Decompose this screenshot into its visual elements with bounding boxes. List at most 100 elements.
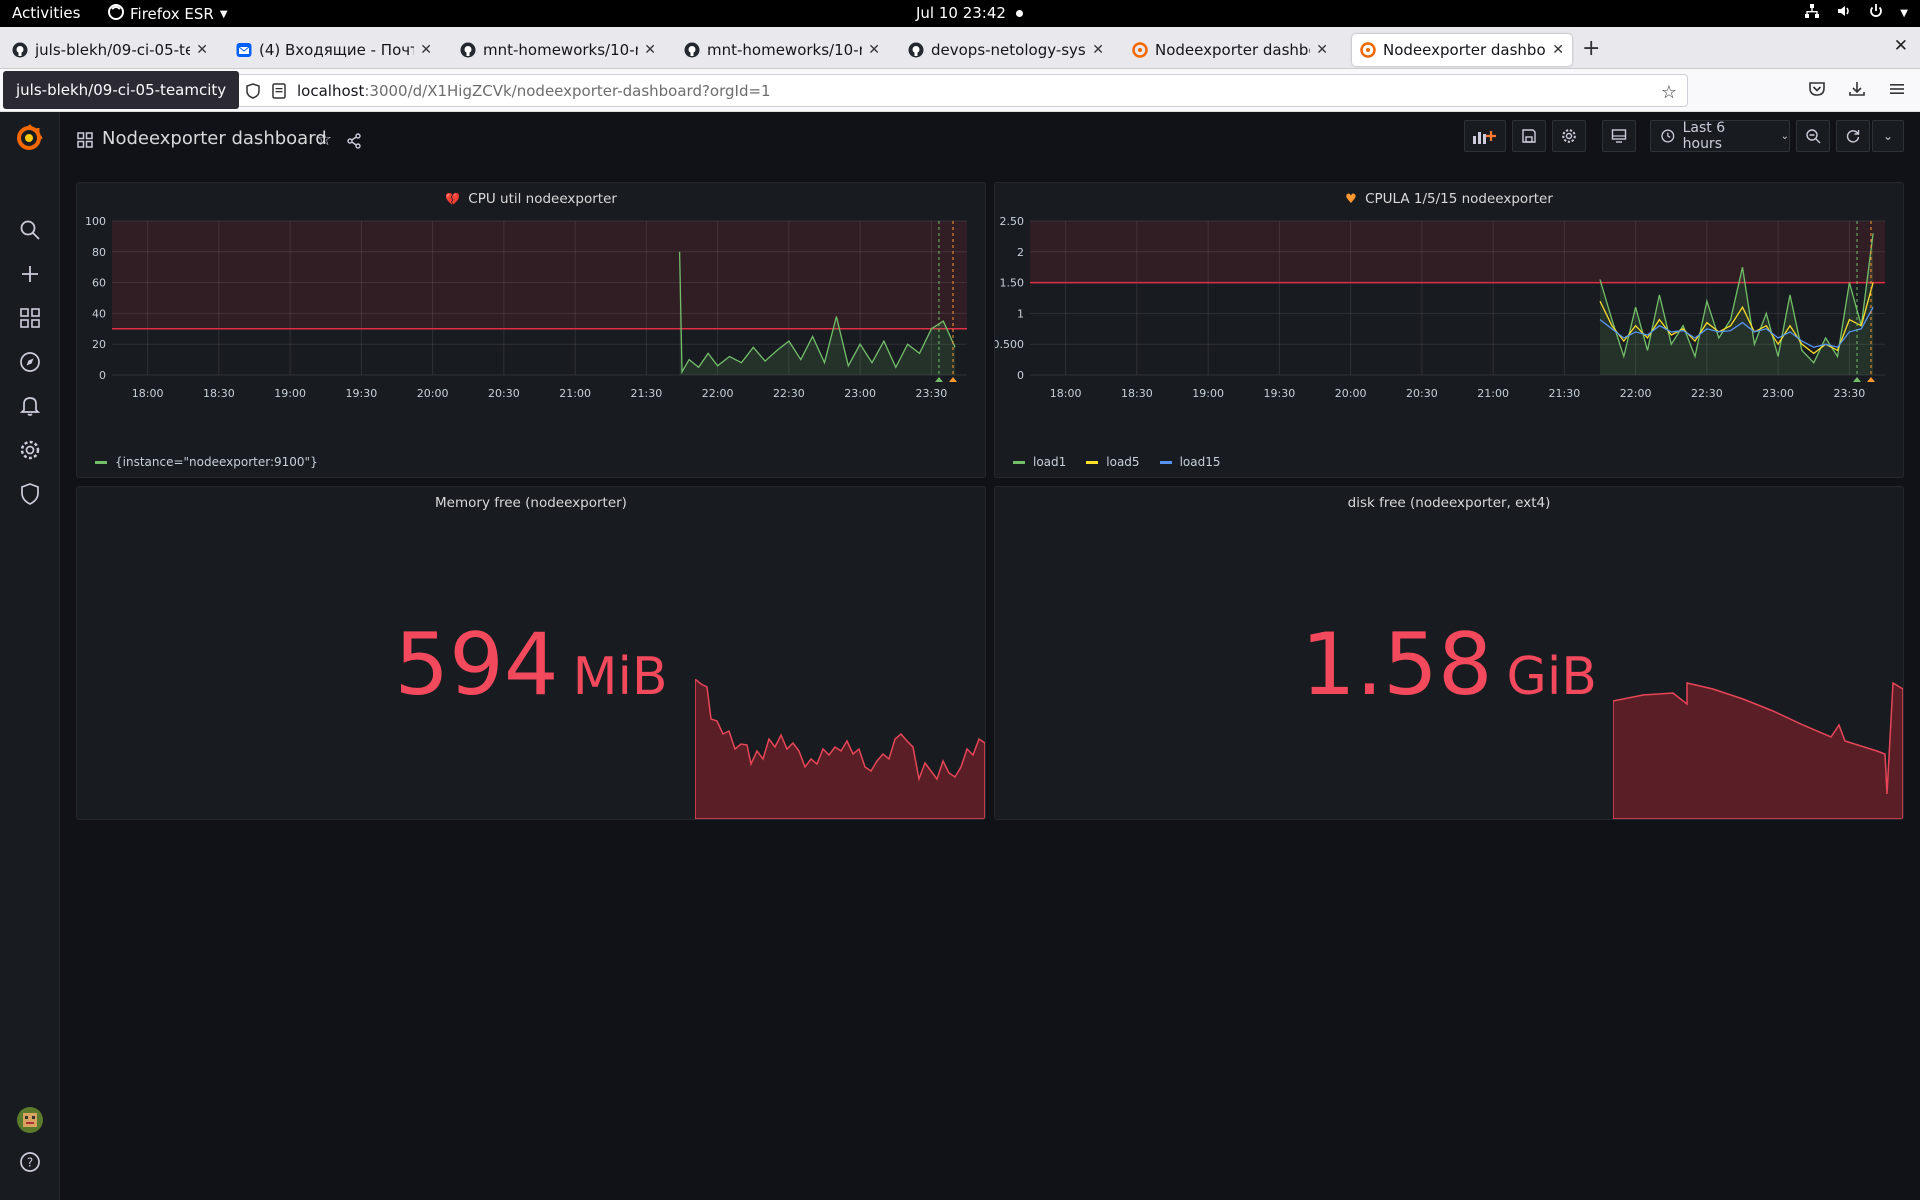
legend-item[interactable]: load15	[1159, 455, 1220, 469]
new-tab-button[interactable]: +	[1582, 36, 1600, 61]
x-tick-label: 22:30	[1691, 387, 1723, 400]
tv-mode-button[interactable]	[1602, 120, 1636, 152]
zoom-out-button[interactable]	[1796, 120, 1830, 152]
tab[interactable]: devops-netology-sysadmin ✕	[900, 34, 1112, 66]
zoom-out-icon	[1806, 129, 1821, 144]
share-icon[interactable]	[346, 133, 362, 153]
y-tick-label: 0.500	[995, 338, 1024, 351]
legend: load1 load5 load15	[1013, 455, 1220, 469]
legend-item[interactable]: {instance="nodeexporter:9100"}	[95, 455, 318, 469]
close-icon[interactable]: ✕	[868, 42, 880, 58]
page-title[interactable]: Nodeexporter dashboard	[102, 128, 327, 149]
close-icon[interactable]: ✕	[644, 42, 656, 58]
x-tick-label: 23:00	[844, 387, 876, 400]
github-icon	[684, 42, 700, 58]
cpu-util-chart[interactable]: 0 20 40 60 80 100 18:00 18:30 19:00 19:30 20:00 20:…	[77, 213, 987, 453]
notification-dot	[1015, 9, 1023, 17]
panel-disk-free[interactable]: disk free (nodeexporter, ext4) 1.58 GiB	[994, 486, 1904, 820]
url-bar[interactable]: localhost:3000/d/X1HigZCVk/nodeexporter-…	[232, 74, 1688, 107]
close-icon[interactable]: ✕	[1316, 42, 1328, 58]
x-tick-label: 19:30	[1264, 387, 1296, 400]
panel-title: CPU util nodeexporter	[468, 191, 617, 207]
avatar[interactable]	[16, 1106, 44, 1134]
tab[interactable]: Nodeexporter dashboard ✕	[1124, 34, 1336, 66]
chevron-down-icon: ▼	[1900, 7, 1908, 19]
disk-free-value: 1.58 GiB	[995, 615, 1903, 715]
tab[interactable]: mnt-homeworks/10-monitoring ✕	[452, 34, 664, 66]
stat-number: 1.58	[1301, 615, 1493, 715]
url-path: :3000/d/X1HigZCVk/nodeexporter-dashboard…	[364, 81, 771, 100]
x-tick-label: 19:30	[346, 387, 378, 400]
grafana-sidemenu: ?	[0, 112, 60, 1200]
tab-active[interactable]: Nodeexporter dashboard ✕	[1352, 34, 1572, 66]
annotation-marker	[1867, 377, 1875, 382]
add-panel-icon	[1473, 131, 1496, 144]
refresh-button[interactable]	[1836, 120, 1870, 152]
threshold-area	[112, 221, 967, 329]
close-icon[interactable]: ✕	[1552, 42, 1564, 58]
clock[interactable]: Jul 10 23:42	[916, 4, 1023, 22]
app-menu[interactable]: Firefox ESR ▼	[108, 4, 228, 24]
close-window-button[interactable]: ✕	[1894, 36, 1908, 56]
tab[interactable]: (4) Входящие - Почта Mail.ru ✕	[228, 34, 440, 66]
x-tick-label: 21:00	[559, 387, 591, 400]
legend-item[interactable]: load5	[1086, 455, 1140, 469]
grafana-logo-icon[interactable]	[14, 123, 44, 153]
activities-button[interactable]: Activities	[12, 4, 80, 22]
panel-title-row[interactable]: 💔 CPU util nodeexporter	[77, 191, 985, 207]
star-icon[interactable]: ☆	[316, 129, 332, 150]
close-icon[interactable]: ✕	[1092, 42, 1104, 58]
grafana-icon	[1360, 42, 1376, 58]
bookmark-star-icon[interactable]: ☆	[1661, 82, 1677, 103]
shield-icon[interactable]	[18, 482, 42, 506]
time-range-label: Last 6 hours	[1682, 120, 1726, 152]
close-icon[interactable]: ✕	[196, 42, 208, 58]
x-tick-label: 18:00	[1050, 387, 1082, 400]
alerting-bell-icon[interactable]	[18, 394, 42, 418]
tab[interactable]: mnt-homeworks/10-monitoring ✕	[676, 34, 888, 66]
y-tick-label: 0	[1017, 369, 1024, 382]
tab-label: mnt-homeworks/10-monitoring	[483, 41, 638, 59]
x-tick-label: 18:30	[1121, 387, 1153, 400]
panel-title[interactable]: disk free (nodeexporter, ext4)	[995, 495, 1903, 511]
chevron-down-icon: ▼	[219, 8, 228, 20]
save-dashboard-button[interactable]	[1512, 120, 1546, 152]
pocket-icon[interactable]	[1808, 80, 1826, 102]
x-tick-label: 21:30	[631, 387, 663, 400]
add-panel-button[interactable]	[1464, 120, 1506, 152]
toolbar-icons	[1808, 80, 1906, 102]
dashboard-settings-button[interactable]	[1552, 120, 1586, 152]
x-tick-label: 18:00	[132, 387, 164, 400]
panel-cpu-util[interactable]: 💔 CPU util nodeexporter 0 20 40 60 80 100 18:0…	[76, 182, 986, 478]
page-info-icon[interactable]	[271, 82, 287, 99]
broken-heart-icon: 💔	[445, 192, 460, 206]
y-tick-label: 60	[92, 277, 106, 290]
x-tick-label: 21:30	[1549, 387, 1581, 400]
close-icon[interactable]: ✕	[420, 42, 432, 58]
time-picker-button[interactable]: Last 6 hours ⌄	[1650, 120, 1790, 152]
panel-title[interactable]: Memory free (nodeexporter)	[77, 495, 985, 511]
panel-title-row[interactable]: ♥ CPULA 1/5/15 nodeexporter	[995, 191, 1903, 207]
refresh-interval-dropdown[interactable]: ⌄	[1872, 120, 1904, 152]
x-tick-label: 20:00	[1335, 387, 1367, 400]
hamburger-menu-icon[interactable]	[1888, 80, 1906, 102]
help-icon[interactable]: ?	[18, 1150, 42, 1174]
refresh-icon	[1846, 130, 1860, 143]
explore-compass-icon[interactable]	[18, 350, 42, 374]
download-icon[interactable]	[1848, 80, 1866, 102]
cpu-load-chart[interactable]: 0 0.500 1 1.50 2 2.50 18:00 18:30 19:00 19:30 20:0…	[995, 213, 1905, 453]
shield-icon[interactable]	[245, 82, 261, 99]
dashboards-icon[interactable]	[18, 306, 42, 330]
legend-item[interactable]: load1	[1013, 455, 1066, 469]
firefox-icon	[108, 4, 124, 24]
x-tick-label: 19:00	[274, 387, 306, 400]
tab[interactable]: juls-blekh/09-ci-05-teamcity ✕	[4, 34, 216, 66]
panel-cpu-load[interactable]: ♥ CPULA 1/5/15 nodeexporter 0 0.500 1 1.50 2…	[994, 182, 1904, 478]
search-icon[interactable]	[18, 218, 42, 242]
system-tray[interactable]: ▼	[1804, 3, 1908, 23]
plus-icon[interactable]	[18, 262, 42, 286]
gear-icon[interactable]	[18, 438, 42, 462]
x-tick-label: 22:30	[773, 387, 805, 400]
panel-memory-free[interactable]: Memory free (nodeexporter) 594 MiB	[76, 486, 986, 820]
tab-strip: juls-blekh/09-ci-05-teamcity ✕ (4) Входя…	[0, 27, 1920, 69]
